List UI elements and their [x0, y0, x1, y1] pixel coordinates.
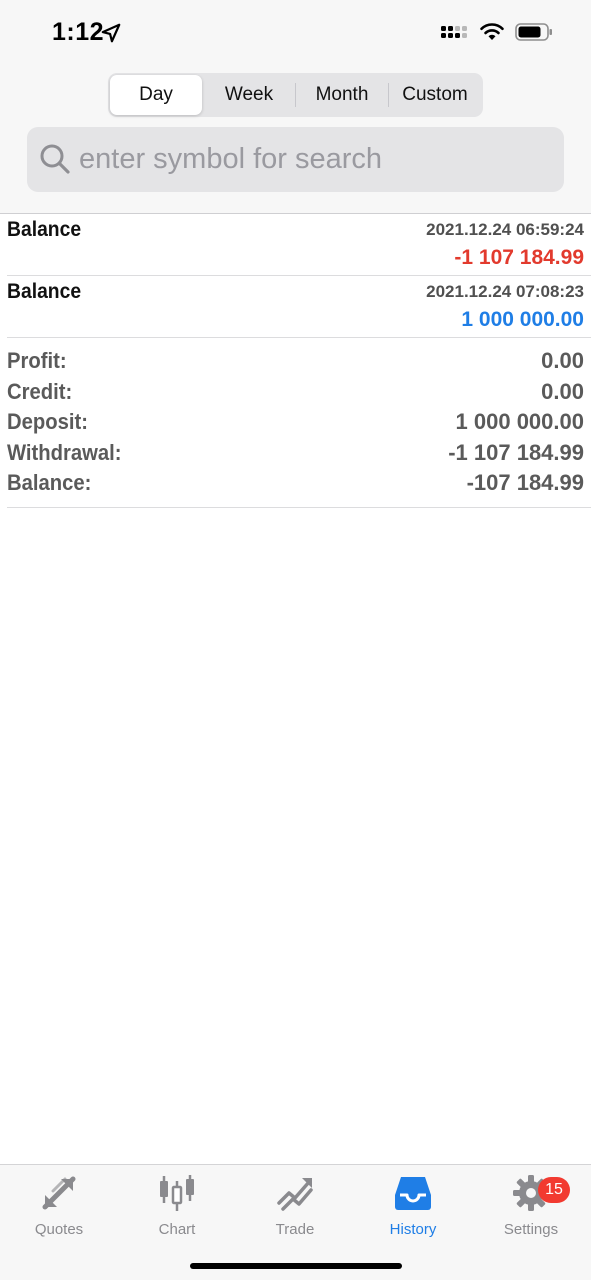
quotes-arrows-icon [42, 1176, 76, 1210]
history-header: Day Week Month Custom [0, 66, 591, 214]
period-segmented-control: Day Week Month Custom [108, 73, 483, 117]
status-time: 1:12 [52, 18, 105, 46]
summary-row-profit: Profit: 0.00 [7, 346, 591, 377]
summary-label: Balance: [7, 470, 92, 495]
summary-value: -107 184.99 [466, 470, 584, 495]
summary-row-deposit: Deposit: 1 000 000.00 [7, 407, 591, 438]
summary-value: 0.00 [541, 378, 584, 404]
trade-trend-icon [277, 1178, 313, 1211]
summary-label: Profit: [7, 348, 67, 373]
battery-icon [515, 23, 552, 41]
wifi-icon [480, 23, 504, 40]
summary-row-withdrawal: Withdrawal: -1 107 184.99 [7, 438, 591, 469]
segment-day[interactable]: Day [110, 75, 202, 115]
symbol-search-bar [27, 127, 564, 192]
location-arrow-icon [101, 23, 121, 43]
summary-value: 1 000 000.00 [455, 409, 584, 434]
home-indicator [190, 1263, 402, 1269]
cellular-signal-icon [441, 26, 467, 38]
segment-month[interactable]: Month [296, 75, 388, 115]
candlestick-icon [160, 1175, 194, 1211]
deal-row[interactable]: Balance 2021.12.24 06:59:24 -1 107 184.9… [7, 214, 591, 276]
segment-custom[interactable]: Custom [389, 75, 481, 115]
summary-label: Deposit: [7, 409, 88, 434]
summary-row-credit: Credit: 0.00 [7, 377, 591, 408]
tab-history[interactable]: History [354, 1173, 472, 1239]
summary-value: 0.00 [541, 348, 584, 373]
deal-amount: -1 107 184.99 [454, 246, 584, 269]
tab-chart[interactable]: Chart [118, 1173, 236, 1239]
segment-week[interactable]: Week [203, 75, 295, 115]
inbox-tray-icon [395, 1177, 431, 1210]
deal-type: Balance [7, 280, 82, 303]
status-bar: 1:12 [0, 0, 591, 66]
deal-amount: 1 000 000.00 [461, 308, 584, 331]
symbol-search-input[interactable] [79, 137, 549, 181]
deal-time: 2021.12.24 06:59:24 [426, 220, 584, 239]
deal-time: 2021.12.24 07:08:23 [426, 282, 584, 301]
deal-type: Balance [7, 218, 82, 241]
history-summary: Profit: 0.00 Credit: 0.00 Deposit: 1 000… [7, 338, 591, 508]
status-indicators [441, 22, 553, 42]
tab-trade[interactable]: Trade [236, 1173, 354, 1239]
settings-notification-badge: 15 [538, 1177, 570, 1203]
history-list: Balance 2021.12.24 06:59:24 -1 107 184.9… [0, 213, 591, 508]
search-icon [40, 144, 70, 174]
summary-label: Credit: [7, 378, 73, 404]
summary-label: Withdrawal: [7, 439, 122, 465]
summary-row-balance: Balance: -107 184.99 [7, 468, 591, 499]
tab-settings[interactable]: 15 Settings [472, 1173, 590, 1239]
deal-row[interactable]: Balance 2021.12.24 07:08:23 1 000 000.00 [7, 276, 591, 338]
summary-value: -1 107 184.99 [448, 439, 584, 465]
tab-quotes[interactable]: Quotes [0, 1173, 118, 1239]
